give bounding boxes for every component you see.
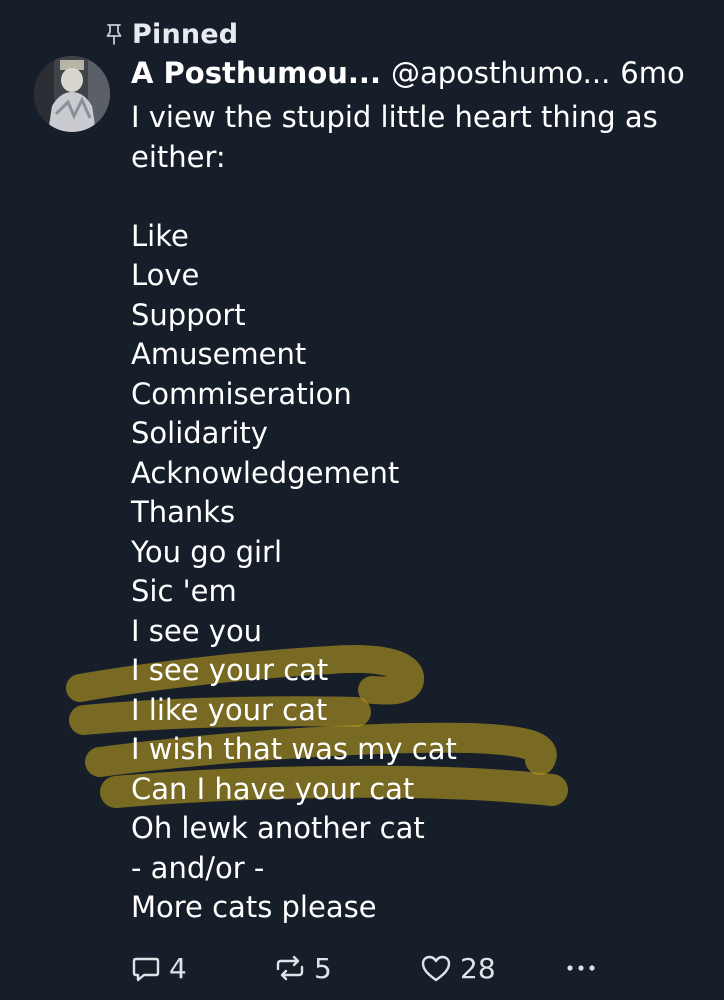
pin-icon [104, 22, 124, 46]
post-line: Sic 'em [131, 574, 237, 608]
post-line: - and/or - [131, 850, 265, 885]
post-line: You go girl [131, 534, 283, 569]
post-line-highlighted: I see your cat [131, 653, 329, 687]
post-line: either: [131, 139, 226, 174]
post-text: I view the stupid little heart thing as … [131, 98, 711, 928]
post-line: Support [131, 297, 246, 332]
post-line: Thanks [131, 495, 236, 529]
repost-button[interactable]: 5 [274, 948, 332, 988]
repost-icon [276, 955, 304, 981]
post-line: Commiseration [131, 376, 352, 411]
pinned-indicator: Pinned [104, 14, 238, 54]
reply-count: 4 [169, 951, 187, 985]
pinned-label: Pinned [132, 18, 239, 50]
post-line: More cats please [131, 890, 377, 924]
post-line: I view the stupid little heart thing as [131, 100, 658, 134]
post-line: Like [131, 218, 189, 253]
more-options-button[interactable] [564, 948, 598, 988]
reply-button[interactable]: 4 [131, 948, 187, 988]
post-line: Amusement [131, 337, 307, 371]
post-actions: 4 5 28 [0, 948, 724, 988]
post-line: Solidarity [131, 416, 268, 450]
post-line: Love [131, 258, 200, 292]
post-line [131, 177, 711, 217]
post-timestamp[interactable]: 6mo [620, 56, 684, 90]
author-display-name[interactable]: A Posthumou... [131, 56, 381, 90]
avatar[interactable] [34, 56, 110, 132]
like-button[interactable]: 28 [420, 948, 496, 988]
author-handle[interactable]: @aposthumo... [391, 56, 610, 90]
post-line-highlighted: I wish that was my cat [131, 732, 457, 766]
repost-count: 5 [314, 951, 332, 985]
post-line: Acknowledgement [131, 455, 400, 490]
post-header: A Posthumou... @aposthumo... 6mo [131, 52, 685, 94]
post-line-highlighted: Can I have your cat [131, 771, 415, 806]
heart-icon [421, 955, 451, 982]
post-line: I see you [131, 613, 263, 648]
reply-icon [132, 957, 160, 982]
like-count: 28 [460, 951, 496, 985]
post-line-highlighted: I like your cat [131, 692, 328, 727]
more-icon [567, 965, 595, 971]
post-line: Oh lewk another cat [131, 811, 425, 845]
